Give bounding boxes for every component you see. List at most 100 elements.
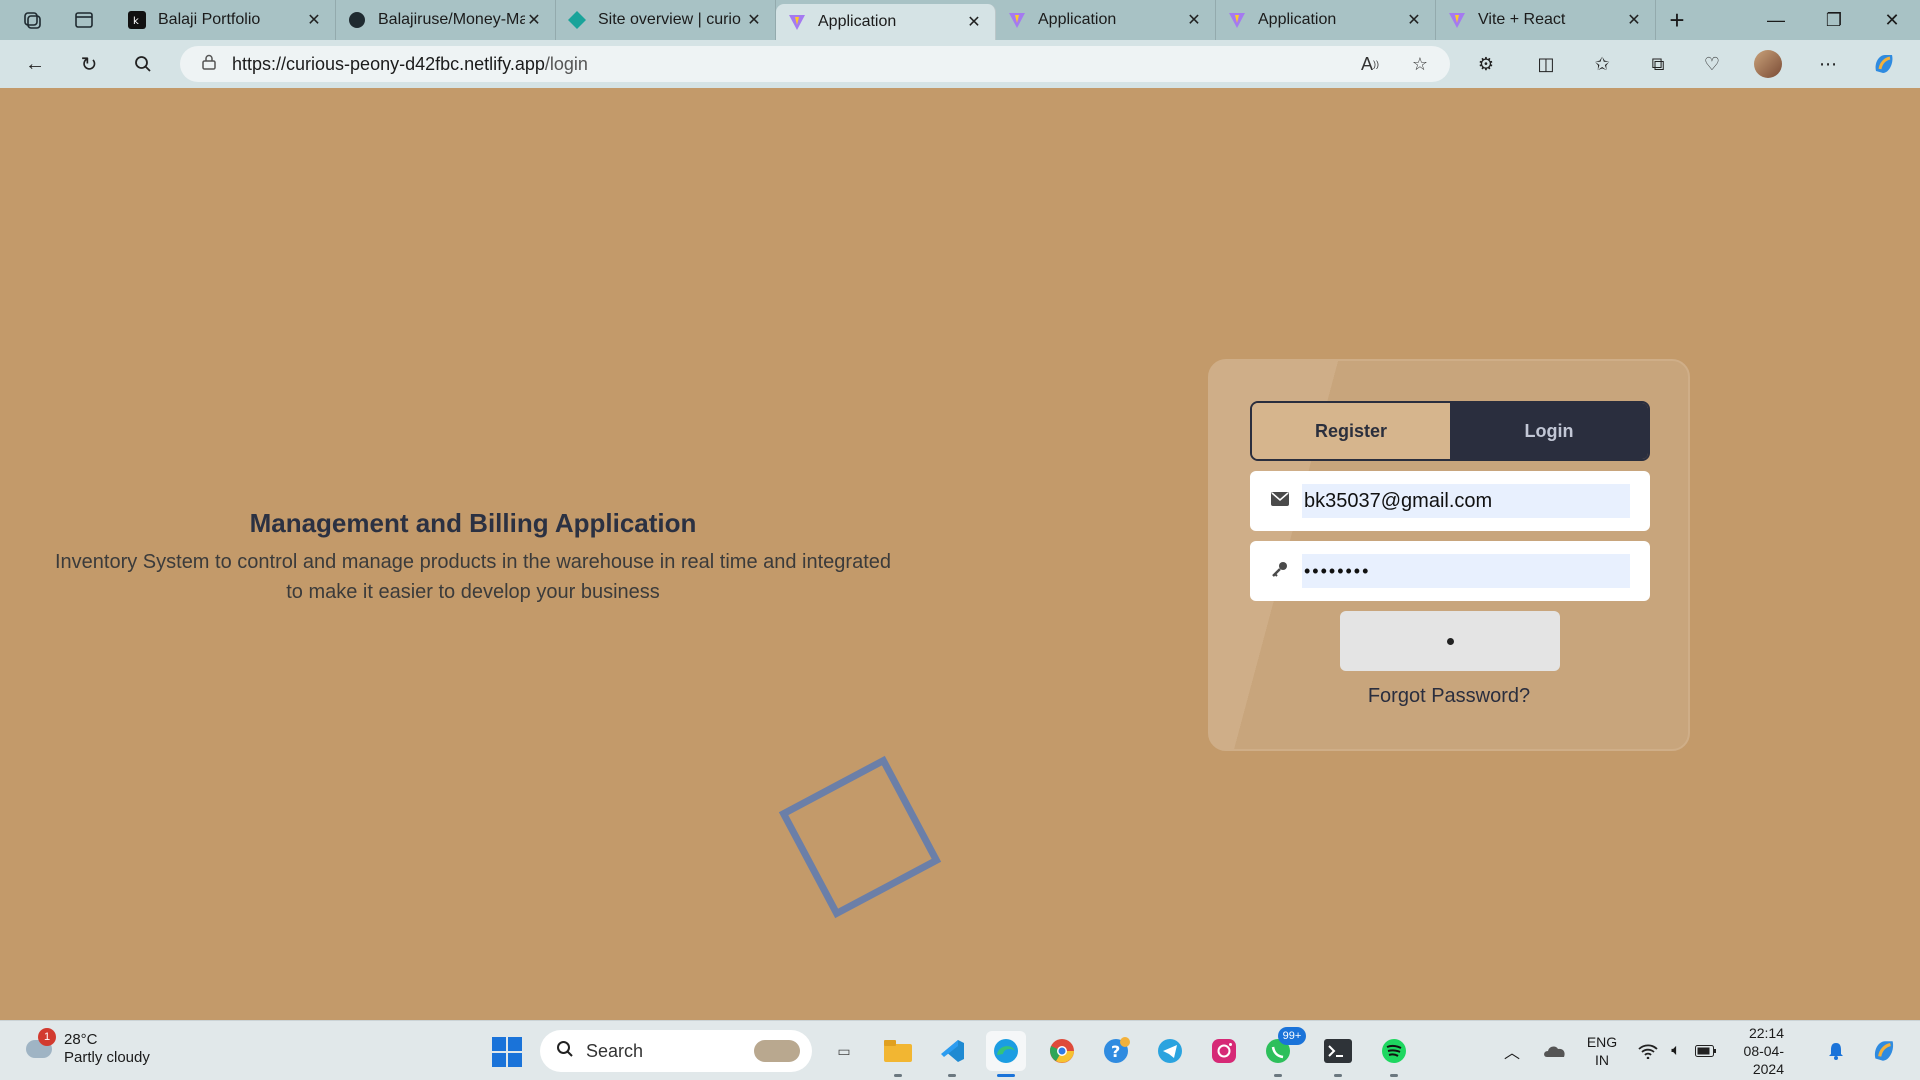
terminal-icon[interactable] bbox=[1318, 1031, 1358, 1077]
app-description: Inventory System to control and manage p… bbox=[40, 547, 906, 607]
tab-strip: k Balaji Portfolio ✕ Balajiruse/Money-Ma… bbox=[0, 0, 1920, 40]
read-aloud-icon[interactable]: A)) bbox=[1350, 40, 1390, 88]
weather-badge: 1 bbox=[38, 1028, 56, 1046]
telegram-icon[interactable] bbox=[1150, 1031, 1190, 1071]
minimize-icon[interactable]: — bbox=[1748, 0, 1804, 40]
extensions-icon[interactable]: ⚙ bbox=[1464, 40, 1508, 88]
browser-tab-active[interactable]: Application ✕ bbox=[776, 4, 996, 40]
email-field bbox=[1250, 471, 1650, 531]
help-icon[interactable]: ? bbox=[1096, 1031, 1136, 1071]
file-explorer-icon[interactable] bbox=[878, 1031, 918, 1077]
search-highlight-image bbox=[754, 1040, 800, 1062]
restore-icon[interactable]: ❐ bbox=[1806, 0, 1862, 40]
browser-tab[interactable]: Site overview | curio ✕ bbox=[556, 0, 776, 40]
url-path: /login bbox=[544, 53, 588, 74]
close-tab-icon[interactable]: ✕ bbox=[525, 10, 543, 30]
vscode-icon[interactable] bbox=[932, 1031, 972, 1077]
language-indicator[interactable]: ENG IN bbox=[1582, 1021, 1622, 1080]
spotify-icon[interactable] bbox=[1374, 1031, 1414, 1077]
cloud-sun-icon: 1 bbox=[22, 1028, 56, 1066]
browser-tab[interactable]: Balajiruse/Money-Ma ✕ bbox=[336, 0, 556, 40]
browser-tab[interactable]: Application ✕ bbox=[996, 0, 1216, 40]
tab-title: Site overview | curio bbox=[598, 11, 741, 28]
close-tab-icon[interactable]: ✕ bbox=[1185, 10, 1203, 30]
netlify-icon bbox=[568, 11, 586, 29]
notification-bell-icon[interactable] bbox=[1824, 1021, 1848, 1080]
browser-essentials-icon[interactable]: ♡ bbox=[1690, 40, 1734, 88]
search-icon bbox=[556, 1040, 574, 1063]
tab-title: Application bbox=[1038, 11, 1117, 28]
collections-icon[interactable]: ⧉ bbox=[1636, 40, 1680, 88]
email-input[interactable] bbox=[1302, 484, 1630, 518]
workspaces-icon[interactable] bbox=[14, 2, 50, 38]
show-hidden-icons[interactable]: ︿ bbox=[1500, 1021, 1524, 1080]
weather-temp: 28°C bbox=[64, 1031, 98, 1048]
edge-icon[interactable] bbox=[986, 1031, 1026, 1077]
browser-tab[interactable]: k Balaji Portfolio ✕ bbox=[116, 0, 336, 40]
description-line-2: to make it easier to develop your busine… bbox=[286, 581, 660, 603]
forgot-password-link[interactable]: Forgot Password? bbox=[1210, 685, 1688, 708]
close-window-icon[interactable]: ✕ bbox=[1864, 0, 1920, 40]
new-tab-button[interactable]: + bbox=[1656, 0, 1698, 40]
whatsapp-badge: 99+ bbox=[1278, 1027, 1306, 1045]
vite-icon bbox=[1228, 11, 1246, 29]
login-submit-button[interactable] bbox=[1340, 611, 1560, 671]
register-tab[interactable]: Register bbox=[1252, 403, 1450, 459]
search-icon[interactable] bbox=[116, 40, 170, 88]
key-icon bbox=[1270, 560, 1290, 583]
profile-avatar[interactable] bbox=[1746, 40, 1790, 88]
close-tab-icon[interactable]: ✕ bbox=[965, 12, 983, 32]
lang-region: IN bbox=[1595, 1052, 1609, 1068]
onedrive-icon[interactable] bbox=[1540, 1021, 1570, 1080]
favorite-star-icon[interactable]: ☆ bbox=[1400, 40, 1440, 88]
close-tab-icon[interactable]: ✕ bbox=[1405, 10, 1423, 30]
browser-tab[interactable]: Vite + React ✕ bbox=[1436, 0, 1656, 40]
whatsapp-icon[interactable]: 99+ bbox=[1258, 1027, 1306, 1077]
clock-time: 22:14 bbox=[1748, 1025, 1784, 1041]
login-tab[interactable]: Login bbox=[1450, 403, 1648, 459]
windows-start-icon[interactable] bbox=[492, 1037, 522, 1067]
vertical-tabs-icon[interactable] bbox=[66, 2, 102, 38]
battery-icon[interactable] bbox=[1694, 1021, 1718, 1080]
clock[interactable]: 22:14 08-04-2024 bbox=[1728, 1021, 1784, 1080]
auth-tabs: Register Login bbox=[1250, 401, 1650, 461]
vite-icon bbox=[1448, 11, 1466, 29]
url-field[interactable]: https://curious-peony-d42fbc.netlify.app… bbox=[180, 46, 1450, 82]
tab-title: Vite + React bbox=[1478, 11, 1566, 28]
github-icon bbox=[348, 11, 366, 29]
portfolio-icon: k bbox=[128, 11, 146, 29]
hero-section: Management and Billing Application Inven… bbox=[40, 508, 906, 607]
tab-title: Balajiruse/Money-Ma bbox=[378, 11, 525, 28]
wifi-icon[interactable] bbox=[1636, 1021, 1660, 1080]
refresh-icon[interactable]: ↻ bbox=[62, 40, 116, 88]
volume-icon[interactable]: 🔈︎ bbox=[1664, 1021, 1688, 1080]
lang-code: ENG bbox=[1586, 1034, 1618, 1050]
svg-text:?: ? bbox=[1111, 1042, 1120, 1061]
back-icon[interactable]: ← bbox=[8, 40, 62, 88]
taskbar-search[interactable]: Search bbox=[540, 1030, 812, 1072]
browser-tab[interactable]: Application ✕ bbox=[1216, 0, 1436, 40]
close-tab-icon[interactable]: ✕ bbox=[1625, 10, 1643, 30]
task-view-icon[interactable]: ▭ bbox=[824, 1031, 864, 1071]
search-placeholder: Search bbox=[586, 1040, 644, 1061]
copilot-icon[interactable] bbox=[1862, 40, 1906, 88]
windows-taskbar: 1 28°C Partly cloudy Search ▭ ? 99+ ︿ EN… bbox=[0, 1020, 1920, 1080]
weather-widget[interactable]: 1 28°C Partly cloudy bbox=[22, 1028, 150, 1067]
weather-condition: Partly cloudy bbox=[64, 1049, 150, 1066]
loading-spinner bbox=[1446, 637, 1454, 645]
svg-text:k: k bbox=[133, 16, 139, 27]
chrome-icon[interactable] bbox=[1042, 1031, 1082, 1071]
description-line-1: Inventory System to control and manage p… bbox=[54, 551, 892, 573]
more-menu-icon[interactable]: ⋯ bbox=[1806, 40, 1850, 88]
close-tab-icon[interactable]: ✕ bbox=[745, 10, 763, 30]
favorites-icon[interactable]: ✩ bbox=[1580, 40, 1624, 88]
tab-title: Balaji Portfolio bbox=[158, 11, 261, 28]
split-screen-icon[interactable]: ◫ bbox=[1524, 40, 1568, 88]
password-input[interactable] bbox=[1302, 554, 1630, 588]
close-tab-icon[interactable]: ✕ bbox=[305, 10, 323, 30]
address-toolbar: ← ↻ https://curious-peony-d42fbc.netlify… bbox=[0, 40, 1920, 88]
url-host: https://curious-peony-d42fbc.netlify.app bbox=[232, 53, 545, 74]
copilot-taskbar-icon[interactable] bbox=[1866, 1021, 1902, 1080]
instagram-icon[interactable] bbox=[1204, 1031, 1244, 1071]
tab-title: Application bbox=[818, 13, 897, 30]
